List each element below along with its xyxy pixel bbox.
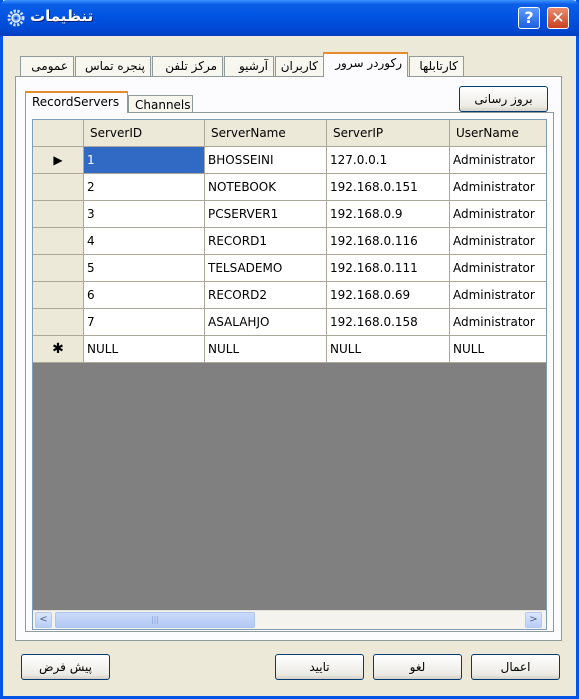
row-header[interactable] xyxy=(33,309,84,336)
cell-servername[interactable]: TELSADEMO xyxy=(205,255,327,282)
cell-servername[interactable]: ASALAHJO xyxy=(205,309,327,336)
cell-serverip[interactable]: 192.168.0.151 xyxy=(327,174,450,201)
horizontal-scrollbar[interactable]: < ||| > xyxy=(33,610,546,629)
cell-username[interactable]: Administrator xyxy=(450,174,546,201)
ok-button[interactable]: تایید xyxy=(275,654,364,680)
cell-username[interactable]: Administrator xyxy=(450,228,546,255)
scroll-thumb[interactable]: ||| xyxy=(55,612,255,628)
cell-servername[interactable]: RECORD1 xyxy=(205,228,327,255)
column-header-servername[interactable]: ServerName xyxy=(205,120,327,147)
cell-serverid[interactable]: 3 xyxy=(84,201,205,228)
tab-cartables[interactable]: کارتابلها xyxy=(409,56,464,76)
scroll-left-icon[interactable]: < xyxy=(35,612,52,628)
row-header[interactable] xyxy=(33,228,84,255)
column-header-serverid[interactable]: ServerID xyxy=(84,120,205,147)
cell-serverip[interactable]: 127.0.0.1 xyxy=(327,147,450,174)
new-row-asterisk-icon: ✱ xyxy=(52,341,64,357)
cell-serverip[interactable]: 192.168.0.158 xyxy=(327,309,450,336)
refresh-button[interactable]: بروز رسانی xyxy=(459,86,548,112)
new-row-header[interactable]: ✱ xyxy=(33,336,84,363)
grid-corner xyxy=(33,120,84,147)
subtab-recordservers[interactable]: RecordServers xyxy=(25,91,128,113)
cell-serverid[interactable]: 1 xyxy=(84,147,205,174)
default-button[interactable]: پیش فرض xyxy=(21,654,110,680)
cell-serverip[interactable]: NULL xyxy=(327,336,450,363)
tab-recorder-server[interactable]: رکوردر سرور xyxy=(323,52,408,77)
cell-servername[interactable]: NOTEBOOK xyxy=(205,174,327,201)
cell-serverip[interactable]: 192.168.0.116 xyxy=(327,228,450,255)
close-button[interactable]: ✕ xyxy=(547,7,569,29)
cell-servername[interactable]: PCSERVER1 xyxy=(205,201,327,228)
window-title: تنظیمات xyxy=(30,7,94,25)
current-row-arrow-icon: ▶ xyxy=(53,153,63,167)
cell-servername[interactable]: NULL xyxy=(205,336,327,363)
cell-serverid[interactable]: 5 xyxy=(84,255,205,282)
tab-archive[interactable]: آرشیو xyxy=(224,56,274,76)
column-header-serverip[interactable]: ServerIP xyxy=(327,120,450,147)
cell-serverid[interactable]: NULL xyxy=(84,336,205,363)
cell-servername[interactable]: RECORD2 xyxy=(205,282,327,309)
cell-username[interactable]: NULL xyxy=(450,336,546,363)
help-button[interactable]: ? xyxy=(518,7,540,29)
cell-serverip[interactable]: 192.168.0.9 xyxy=(327,201,450,228)
cell-servername[interactable]: BHOSSEINI xyxy=(205,147,327,174)
row-header[interactable] xyxy=(33,255,84,282)
apply-button[interactable]: اعمال xyxy=(471,654,560,680)
servers-grid[interactable]: ServerID ServerName ServerIP UserName ▶ … xyxy=(32,119,547,630)
cell-username[interactable]: Administrator xyxy=(450,282,546,309)
tab-phone-center[interactable]: مرکز تلفن xyxy=(152,56,223,76)
scroll-right-icon[interactable]: > xyxy=(525,612,542,628)
cell-username[interactable]: Administrator xyxy=(450,309,546,336)
cell-username[interactable]: Administrator xyxy=(450,201,546,228)
gear-icon xyxy=(7,9,25,27)
cell-serverip[interactable]: 192.168.0.111 xyxy=(327,255,450,282)
tab-users[interactable]: کاربران xyxy=(275,56,324,76)
cell-serverid[interactable]: 4 xyxy=(84,228,205,255)
row-header[interactable] xyxy=(33,282,84,309)
tab-general[interactable]: عمومی xyxy=(20,56,74,76)
settings-window: تنظیمات ? ✕ کارتابلها رکوردر سرور کاربرا… xyxy=(0,0,579,699)
cell-serverid[interactable]: 7 xyxy=(84,309,205,336)
column-header-username[interactable]: UserName xyxy=(450,120,546,147)
title-bar[interactable]: تنظیمات ? ✕ xyxy=(0,0,579,36)
row-header[interactable] xyxy=(33,201,84,228)
cell-serverip[interactable]: 192.168.0.69 xyxy=(327,282,450,309)
cell-username[interactable]: Administrator xyxy=(450,147,546,174)
cell-username[interactable]: Administrator xyxy=(450,255,546,282)
cell-serverid[interactable]: 6 xyxy=(84,282,205,309)
row-header[interactable]: ▶ xyxy=(33,147,84,174)
row-header[interactable] xyxy=(33,174,84,201)
cell-serverid[interactable]: 2 xyxy=(84,174,205,201)
tab-call-window[interactable]: پنجره تماس xyxy=(75,56,151,76)
cancel-button[interactable]: لغو xyxy=(373,654,462,680)
